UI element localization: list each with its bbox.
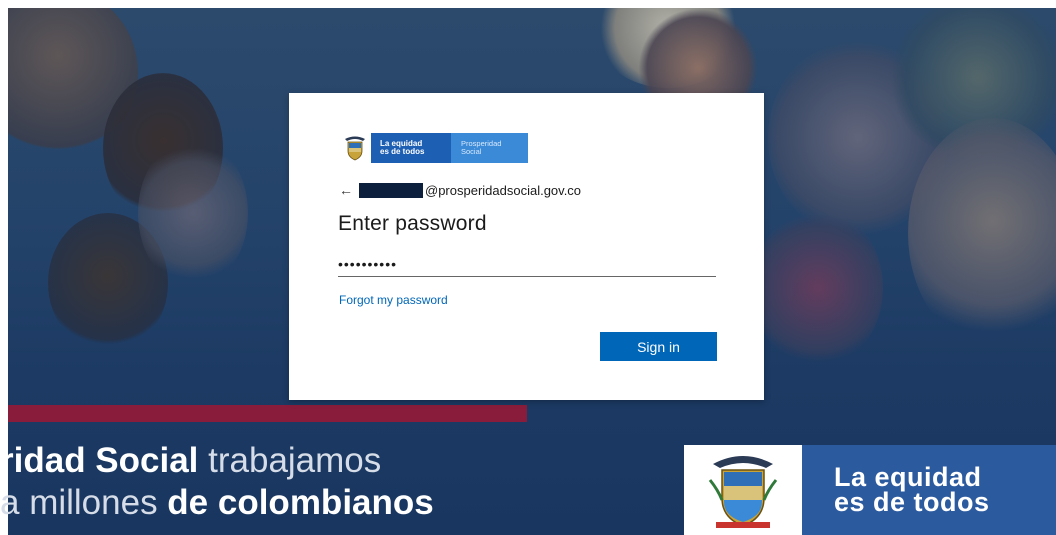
forgot-password-link[interactable]: Forgot my password xyxy=(339,293,448,307)
back-arrow-icon[interactable]: ← xyxy=(339,182,359,198)
account-identity: ← @prosperidadsocial.gov.co xyxy=(339,181,581,199)
logo-prosperidad-block: Prosperidad Social xyxy=(451,133,528,163)
background-person-photo xyxy=(138,138,248,288)
organization-logo: La equidad es de todos Prosperidad Socia… xyxy=(338,133,528,163)
banner-accent-bar xyxy=(8,405,527,422)
sign-in-card: La equidad es de todos Prosperidad Socia… xyxy=(289,93,764,400)
background-person-photo xyxy=(753,208,883,368)
colombia-seal-icon xyxy=(338,133,371,163)
password-input[interactable] xyxy=(338,251,716,277)
footer-brand-badge: La equidad es de todos xyxy=(684,445,1056,535)
footer-slogan: La equidad es de todos xyxy=(802,445,1056,535)
page-title: Enter password xyxy=(338,212,487,235)
tagline-line-2: a millones de colombianos xyxy=(0,483,434,522)
email-domain: @prosperidadsocial.gov.co xyxy=(425,182,582,198)
colombia-coat-of-arms-icon xyxy=(684,445,802,535)
background-tagline: ridad Social trabajamos a millones de co… xyxy=(0,440,540,524)
logo-equidad-block: La equidad es de todos xyxy=(371,133,451,163)
redacted-username xyxy=(359,182,423,198)
tagline-line-1: ridad Social trabajamos xyxy=(0,441,382,480)
sign-in-button[interactable]: Sign in xyxy=(600,332,717,361)
